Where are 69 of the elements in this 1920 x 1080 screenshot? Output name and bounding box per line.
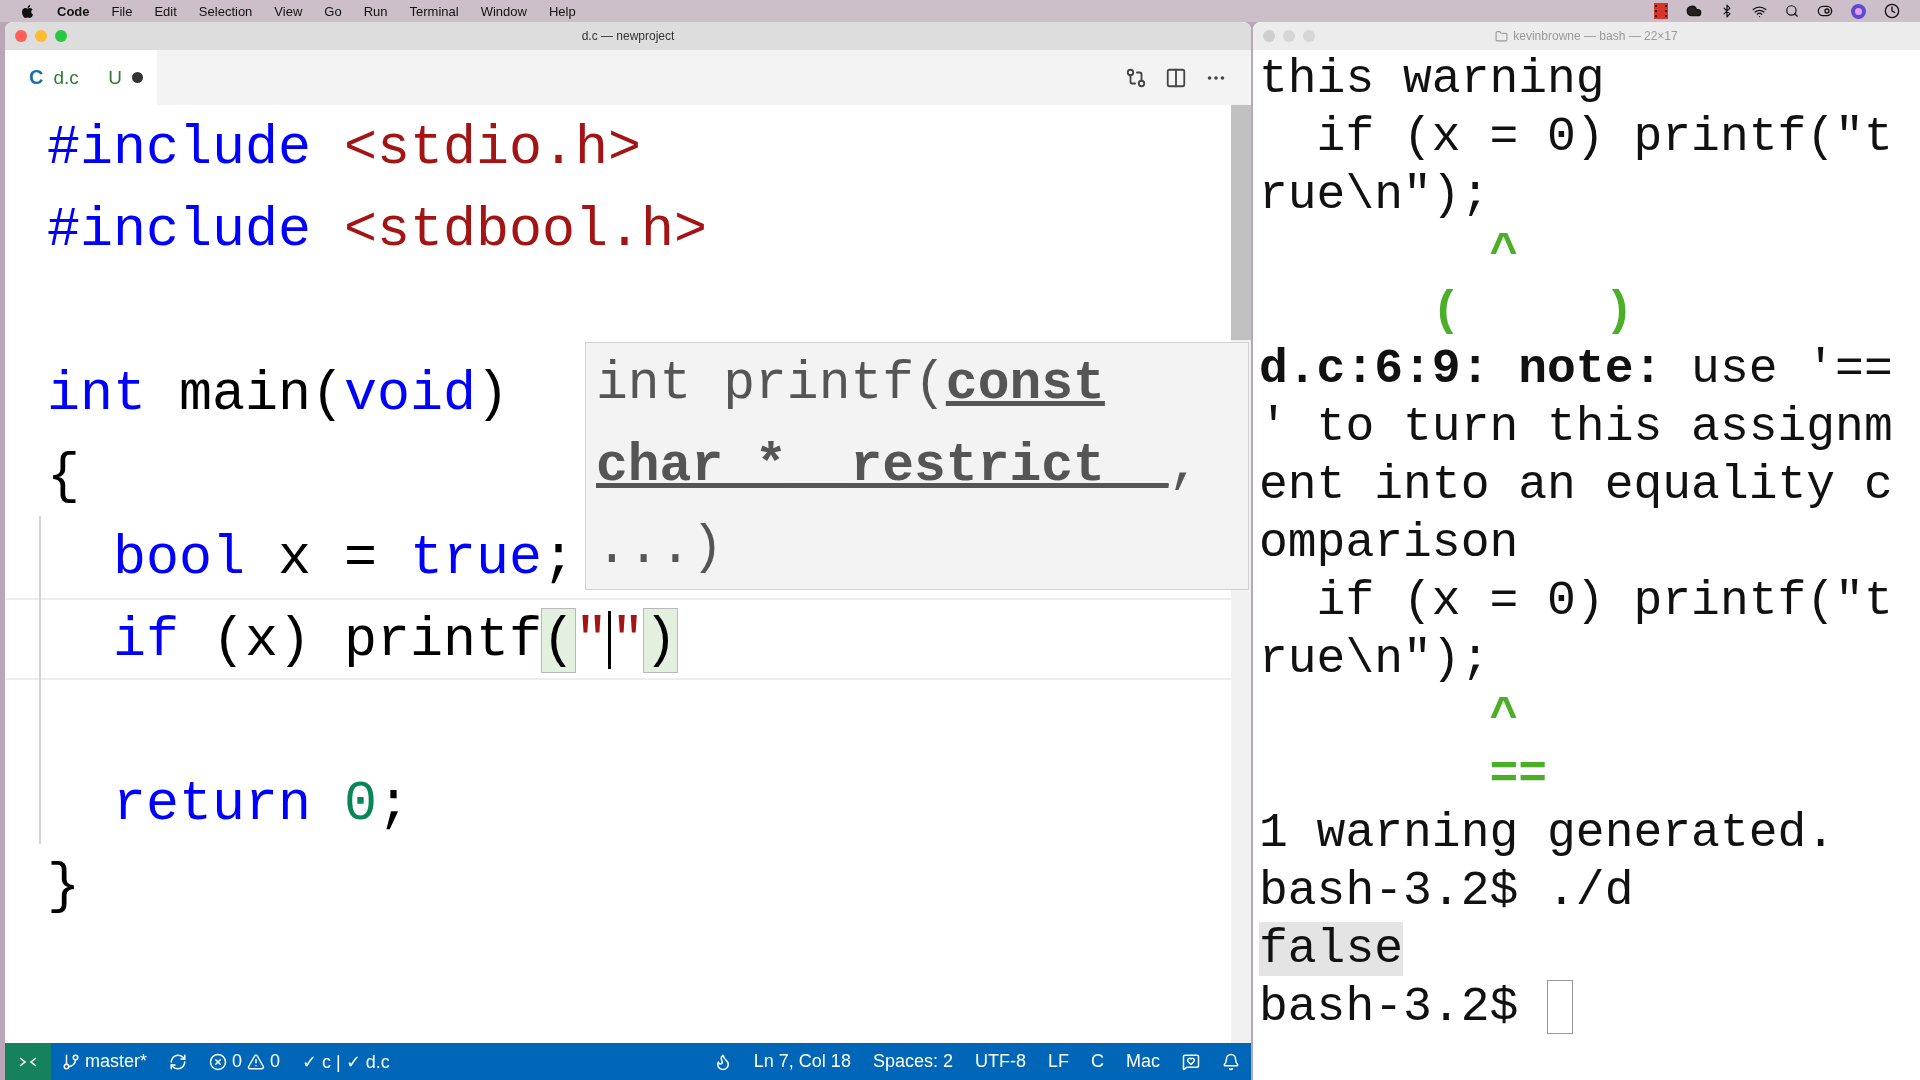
film-icon[interactable] [1654, 3, 1668, 19]
terminal-line: if (x = 0) printf("t [1315, 109, 1894, 166]
indentation-button[interactable]: Spaces: 2 [861, 1043, 964, 1080]
platform-button[interactable]: Mac [1115, 1043, 1171, 1080]
terminal-line: ( ) [1430, 283, 1635, 340]
search-icon[interactable] [1785, 4, 1799, 18]
checks-button[interactable]: ✓ c | ✓ d.c [291, 1043, 401, 1080]
terminal-line: omparison [1259, 515, 1520, 572]
feedback-icon [1182, 1052, 1200, 1071]
terminal-line: this warning [1259, 51, 1606, 108]
wifi-icon[interactable] [1752, 3, 1767, 19]
menu-item[interactable]: Run [363, 3, 388, 19]
remote-button[interactable] [5, 1043, 51, 1080]
menu-item[interactable]: Edit [154, 3, 177, 19]
problems-button[interactable]: 0 0 [198, 1043, 292, 1080]
sync-icon [169, 1052, 187, 1071]
menu-item[interactable]: Code [57, 3, 90, 19]
terminal-line: ent into an equality c [1259, 457, 1894, 514]
code-line: #include <stdio.h> [47, 117, 642, 180]
window-title: kevinbrowne — bash — 22×17 [1513, 29, 1678, 43]
apple-icon[interactable] [20, 3, 35, 19]
terminal-line: d.c:6:9: note: use '== [1259, 341, 1894, 398]
git-status: U [108, 66, 122, 89]
branch-icon [62, 1052, 80, 1071]
terminal-line: ^ [1488, 225, 1520, 282]
code-line: } [47, 855, 80, 918]
menu-item[interactable]: View [274, 3, 303, 19]
clock-icon[interactable] [1884, 3, 1900, 19]
language-button[interactable]: C [1080, 1043, 1115, 1080]
terminal-line: rue\n"); [1259, 167, 1491, 224]
split-editor-icon[interactable] [1165, 66, 1187, 89]
code-line: #include <stdbool.h> [47, 199, 708, 262]
terminal-line: if (x = 0) printf("t [1315, 573, 1894, 630]
code-line: bool x = true; [112, 527, 576, 590]
encoding-button[interactable]: UTF-8 [963, 1043, 1037, 1080]
menu-item[interactable]: Window [480, 3, 527, 19]
code-line: if (x) printf("") [112, 609, 678, 672]
siri-icon[interactable] [1851, 3, 1866, 19]
code-line: return 0; [112, 773, 411, 836]
bell-icon [1222, 1052, 1240, 1071]
signature-tooltip: int printf(const char *__restrict__, ...) [585, 342, 1249, 590]
terminal-line: rue\n"); [1259, 631, 1491, 688]
cursor-position[interactable]: Ln 7, Col 18 [742, 1043, 862, 1080]
compare-icon[interactable] [1125, 66, 1147, 89]
folder-icon [1495, 29, 1509, 43]
terminal-line: ' to turn this assignm [1259, 399, 1894, 456]
line-ending-button[interactable]: LF [1036, 1043, 1080, 1080]
terminal-line: ^ [1488, 689, 1520, 746]
terminal-line: bash-3.2$ [1259, 978, 1920, 1036]
terminal-line: bash-3.2$ ./d [1259, 863, 1635, 920]
editor-tab[interactable]: C d.c U [5, 50, 157, 105]
menu-item[interactable]: Help [548, 3, 576, 19]
menu-item[interactable]: File [111, 3, 133, 19]
warning-icon [247, 1052, 266, 1071]
tab-title: d.c [53, 66, 80, 89]
terminal-line: == [1488, 747, 1549, 804]
code-line: int main(void) [47, 363, 510, 426]
menu-item[interactable]: Selection [198, 3, 253, 19]
code-line: { [47, 445, 80, 508]
remote-icon [19, 1054, 37, 1069]
c-file-icon: C [29, 66, 44, 89]
branch-button[interactable]: master* [51, 1043, 158, 1080]
window-title: d.c — newproject [581, 29, 675, 43]
error-icon [209, 1052, 227, 1071]
menu-item[interactable]: Terminal [409, 3, 459, 19]
menu-item[interactable]: Go [324, 3, 342, 19]
cloud-icon[interactable] [1686, 3, 1702, 19]
terminal-line: 1 warning generated. [1259, 805, 1837, 862]
control-center-icon[interactable] [1817, 3, 1833, 19]
